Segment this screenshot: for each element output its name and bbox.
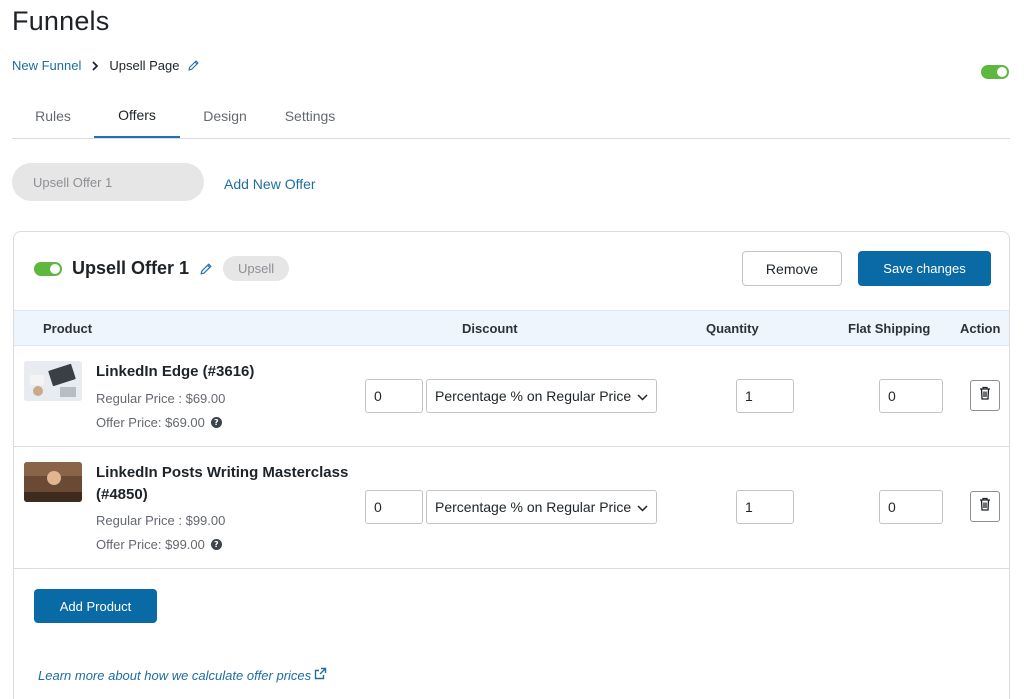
tab-bar: Rules Offers Design Settings — [12, 94, 1010, 139]
discount-type-value: Percentage % on Regular Price — [435, 499, 632, 515]
chevron-down-icon — [637, 499, 648, 515]
product-thumbnail — [24, 462, 82, 502]
funnel-step-toggle[interactable] — [981, 65, 1009, 79]
offer-price-text: Offer Price: $99.00 — [96, 537, 205, 552]
table-row: LinkedIn Edge (#3616) Regular Price : $6… — [14, 346, 1009, 447]
remove-button[interactable]: Remove — [742, 251, 842, 286]
discount-type-select[interactable]: Percentage % on Regular Price — [426, 490, 657, 524]
delete-product-button[interactable] — [970, 491, 1000, 522]
discount-value-input[interactable]: 0 — [365, 379, 423, 413]
breadcrumb-current: Upsell Page — [109, 58, 180, 73]
delete-product-button[interactable] — [970, 380, 1000, 411]
column-header-action: Action — [960, 321, 1001, 336]
breadcrumb: New Funnel Upsell Page — [12, 58, 200, 73]
offer-pill-upsell-offer-1[interactable]: Upsell Offer 1 — [12, 163, 204, 201]
chevron-down-icon — [637, 388, 648, 404]
flat-shipping-input[interactable]: 0 — [879, 379, 943, 413]
column-header-discount: Discount — [462, 321, 518, 336]
help-icon[interactable]: ? — [210, 539, 222, 550]
product-name-line-1: LinkedIn Posts Writing Masterclass — [96, 464, 349, 481]
add-new-offer-link[interactable]: Add New Offer — [224, 176, 316, 192]
discount-value-input[interactable]: 0 — [365, 490, 423, 524]
discount-type-select[interactable]: Percentage % on Regular Price — [426, 379, 657, 413]
tab-settings[interactable]: Settings — [282, 94, 338, 138]
product-name-line-2: (#4850) — [96, 486, 148, 503]
column-header-product: Product — [43, 321, 93, 336]
learn-more-text: Learn more about how we calculate offer … — [38, 667, 312, 683]
offer-card: Upsell Offer 1 Upsell Remove Save change… — [13, 231, 1010, 699]
page-title: Funnels — [12, 6, 110, 36]
offer-card-header: Upsell Offer 1 Upsell — [34, 256, 290, 281]
external-link-icon — [311, 667, 327, 683]
add-product-button[interactable]: Add Product — [34, 589, 157, 623]
help-icon[interactable]: ? — [210, 417, 222, 428]
column-header-quantity: Quantity — [706, 321, 759, 336]
column-header-flat-shipping: Flat Shipping — [848, 321, 931, 336]
product-thumbnail — [24, 361, 82, 401]
flat-shipping-input[interactable]: 0 — [879, 490, 943, 524]
regular-price: Regular Price : $69.00 — [96, 391, 226, 406]
pencil-icon[interactable] — [187, 59, 200, 72]
breadcrumb-parent-link[interactable]: New Funnel — [12, 58, 81, 73]
offer-type-badge: Upsell — [223, 256, 290, 281]
offer-price-text: Offer Price: $69.00 — [96, 415, 205, 430]
tab-offers[interactable]: Offers — [94, 94, 180, 138]
quantity-input[interactable]: 1 — [736, 379, 794, 413]
trash-icon — [979, 386, 991, 405]
offer-price: Offer Price: $99.00 ? — [96, 537, 222, 552]
pencil-icon[interactable] — [199, 262, 213, 276]
save-changes-button[interactable]: Save changes — [858, 251, 991, 286]
learn-more-link[interactable]: Learn more about how we calculate offer … — [38, 667, 327, 683]
tab-rules[interactable]: Rules — [12, 94, 94, 138]
product-name: LinkedIn Edge (#3616) — [96, 363, 255, 380]
table-header: Product Discount Quantity Flat Shipping … — [14, 310, 1009, 346]
trash-icon — [979, 497, 991, 516]
discount-type-value: Percentage % on Regular Price — [435, 388, 632, 404]
offer-title: Upsell Offer 1 — [72, 258, 190, 278]
chevron-right-icon — [91, 60, 99, 71]
table-row: LinkedIn Posts Writing Masterclass (#485… — [14, 447, 1009, 569]
offer-enabled-toggle[interactable] — [34, 261, 62, 276]
regular-price: Regular Price : $99.00 — [96, 513, 226, 528]
offer-price: Offer Price: $69.00 ? — [96, 415, 222, 430]
quantity-input[interactable]: 1 — [736, 490, 794, 524]
tab-design[interactable]: Design — [180, 94, 270, 138]
